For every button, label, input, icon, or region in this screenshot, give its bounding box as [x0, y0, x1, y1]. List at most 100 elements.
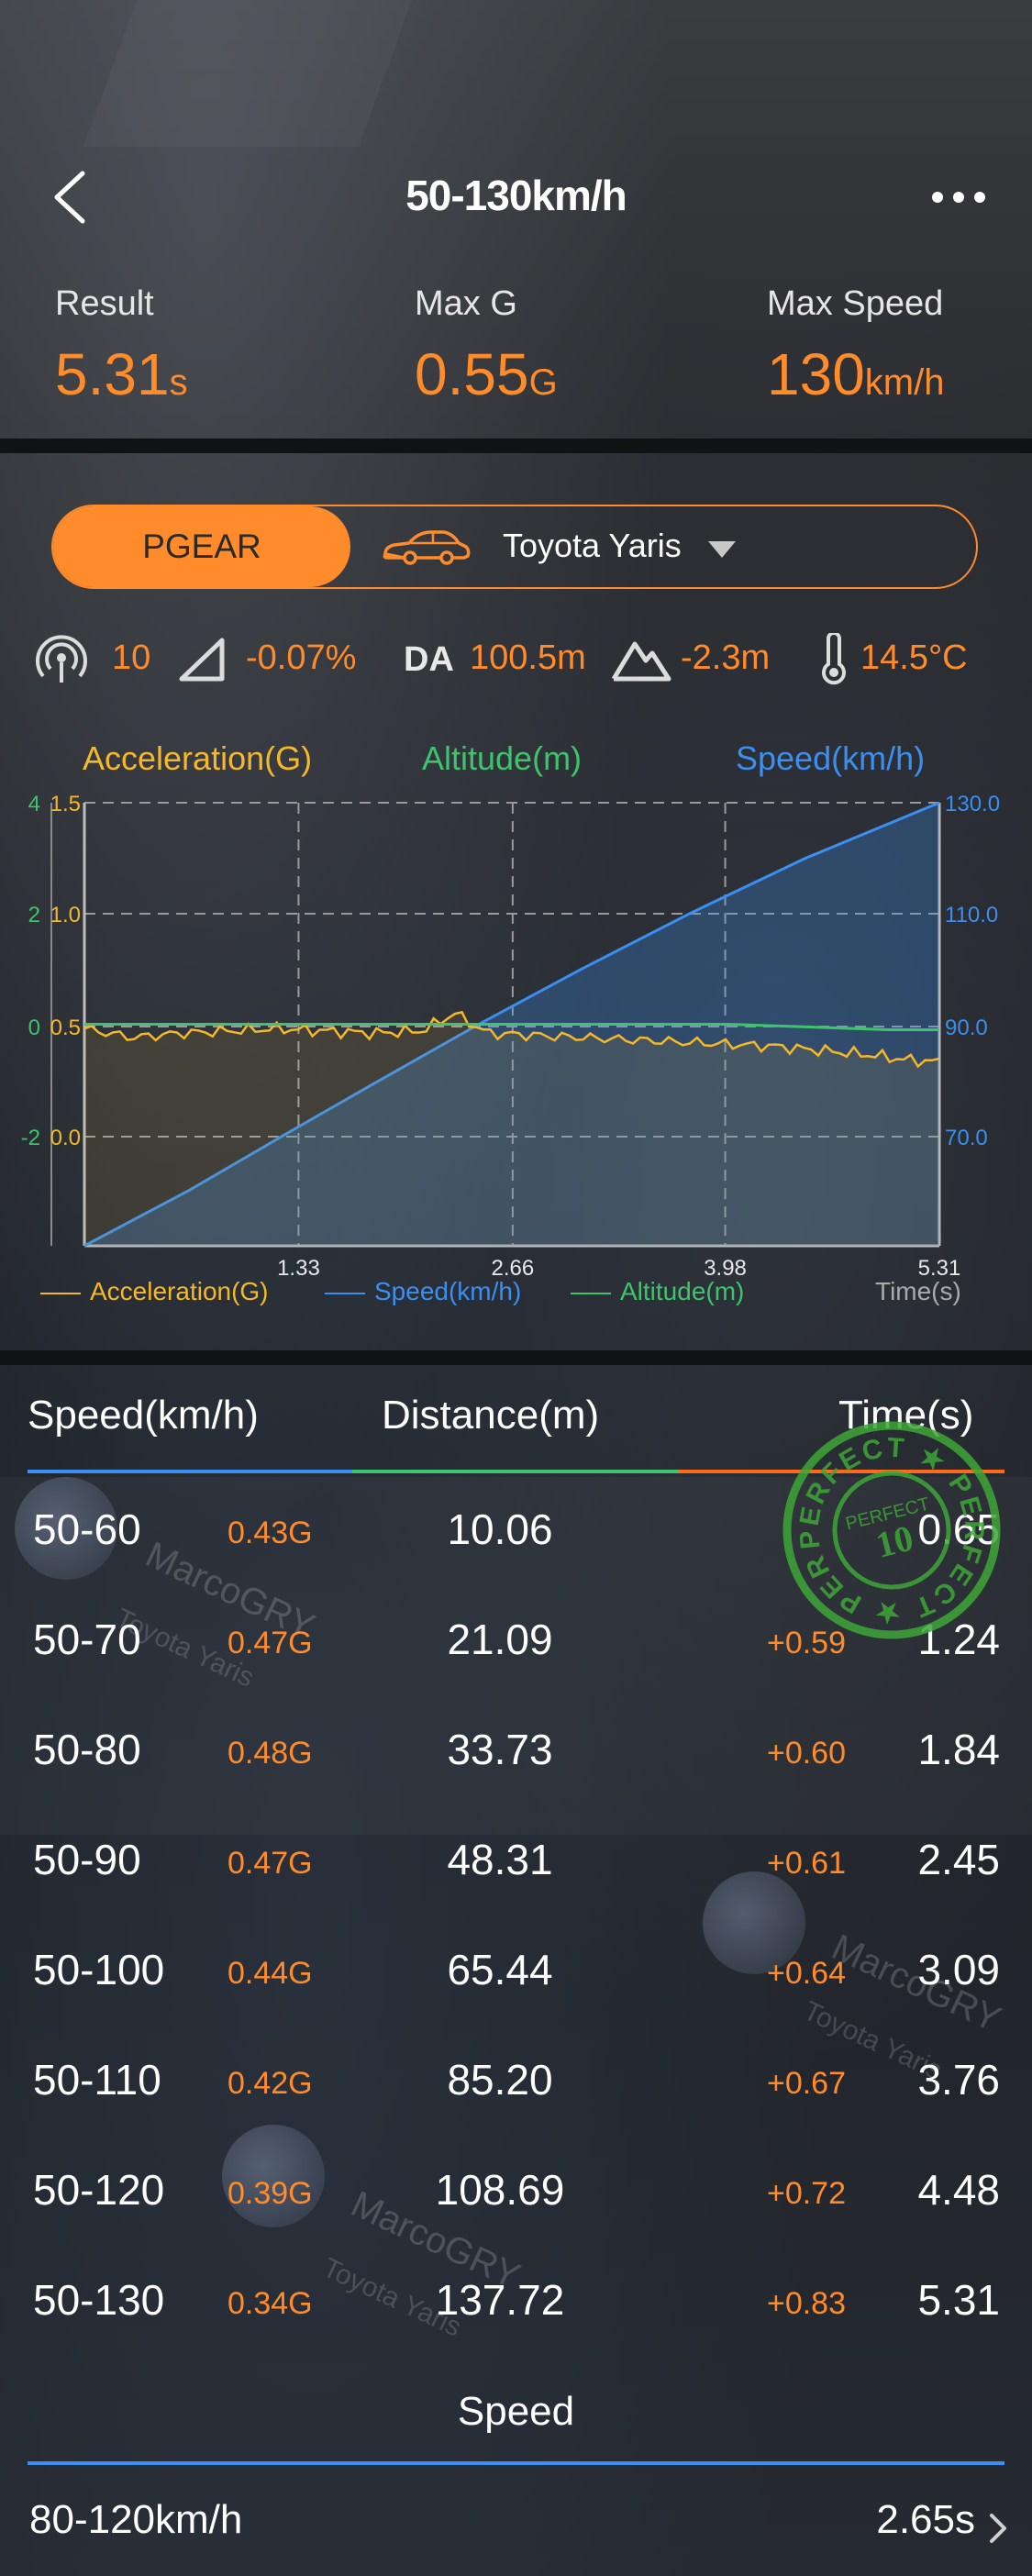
stat-label: Result	[55, 284, 154, 323]
table-row: 50-100 0.44G 65.44 +0.64 3.09	[0, 1945, 1032, 2055]
table-row: 50-90 0.47G 48.31 +0.61 2.45	[0, 1835, 1032, 1945]
stat-value: 0.55	[415, 341, 529, 407]
cell-distance: 33.73	[447, 1726, 553, 1773]
chart-legend-acceleration: Acceleration(G)	[83, 739, 313, 777]
cell-speed-range: 50-100	[33, 1946, 165, 1993]
cell-time: 1.84	[917, 1726, 1000, 1773]
legend-label: Altitude(m)	[620, 1277, 745, 1305]
stat-label: Max G	[415, 284, 517, 323]
stamp-number: 10	[871, 1516, 917, 1565]
table-row: 50-80 0.48G 33.73 +0.60 1.84	[0, 1725, 1032, 1835]
legend-item-acceleration: Acceleration(G)	[40, 1277, 269, 1306]
performance-chart: 130.0 1.5 4 110.0 1.0 2 90.0 0.5 0 70.0 0.0 -2 1.33 2…	[21, 792, 1000, 1275]
car-selector[interactable]: PGEAR Toyota Yaris	[51, 505, 978, 589]
density-altitude-label: DA	[404, 640, 454, 679]
stat-unit: km/h	[864, 362, 945, 403]
y-tick-label-acceleration: 0.0	[50, 1126, 81, 1150]
cell-time: 2.45	[917, 1836, 1000, 1883]
cell-distance: 48.31	[447, 1836, 553, 1883]
cell-distance: 108.69	[435, 2166, 565, 2214]
section-divider	[0, 439, 1032, 453]
perfect-stamp-badge: PERFECT ★ PERFECT ★ PERFECT ★ PERFECT 10	[782, 1420, 1002, 1640]
y-tick-label-speed: 130.0	[945, 792, 1000, 816]
legend-label: Speed(km/h)	[374, 1277, 522, 1305]
stat-label: Max Speed	[767, 284, 944, 323]
x-axis-label: Time(s)	[875, 1277, 961, 1305]
cell-time: 4.48	[917, 2166, 1000, 2214]
speed-range-label: 80-120km/h	[29, 2497, 243, 2542]
y-tick-label-speed: 70.0	[945, 1126, 988, 1150]
legend-item-speed: Speed(km/h)	[325, 1277, 521, 1306]
session-metrics: 10 -0.07% DA 100.5m -2.3m 14.5°C	[0, 633, 1032, 688]
y-tick-label-speed: 90.0	[945, 1016, 988, 1040]
y-tick-label-acceleration: 1.0	[50, 903, 81, 927]
cell-g-force: 0.42G	[227, 2066, 313, 2101]
legend-item-altitude: Altitude(m)	[571, 1277, 744, 1306]
x-tick-label: 5.31	[918, 1256, 961, 1275]
satellites-count: 10	[112, 638, 151, 677]
density-altitude-value: 100.5m	[470, 638, 586, 677]
cell-time: 5.31	[917, 2276, 1000, 2324]
speed-range-time: 2.65s	[876, 2497, 975, 2542]
table-row: 50-120 0.39G 108.69 +0.72 4.48	[0, 2165, 1032, 2275]
speed-range-row[interactable]: 80-120km/h 2.65s	[0, 2495, 1032, 2559]
elevation-value: -2.3m	[681, 638, 771, 677]
mountain-icon	[611, 641, 671, 682]
cell-speed-range: 50-110	[33, 2056, 161, 2104]
cell-g-force: 0.34G	[227, 2286, 313, 2321]
stat-result: Result 5.31s	[55, 284, 188, 408]
speed-section-title: Speed	[457, 2389, 575, 2434]
slope-value: -0.07%	[246, 638, 357, 677]
chevron-right-icon	[990, 2514, 1006, 2543]
legend-label: Acceleration(G)	[90, 1277, 269, 1305]
stat-value: 130	[767, 341, 865, 407]
y-tick-label-speed: 110.0	[945, 903, 998, 927]
y-tick-label-altitude: 2	[28, 903, 40, 927]
slope-icon	[179, 638, 225, 682]
y-tick-label-altitude: 4	[28, 792, 40, 816]
header: 50-130km/h Result 5.31s Max G 0.55G Max …	[0, 0, 1032, 440]
pgear-button[interactable]: PGEAR	[53, 506, 350, 587]
cell-speed-range: 50-120	[33, 2166, 165, 2214]
temperature-value: 14.5°C	[860, 638, 968, 677]
cell-time: 3.09	[917, 1946, 1000, 1993]
cell-distance: 21.09	[447, 1616, 553, 1663]
stat-unit: G	[528, 362, 558, 403]
cell-distance: 10.06	[447, 1505, 553, 1553]
more-options-icon[interactable]	[927, 183, 991, 211]
cell-speed-range: 50-60	[33, 1505, 141, 1553]
stat-max-g: Max G 0.55G	[415, 284, 558, 408]
cell-g-force: 0.43G	[227, 1516, 313, 1550]
cell-g-force: 0.48G	[227, 1736, 313, 1771]
chart-legend-altitude: Altitude(m)	[422, 739, 583, 777]
dropdown-triangle-icon[interactable]	[706, 539, 738, 560]
satellite-signal-icon	[36, 635, 87, 683]
header-underline-distance	[352, 1470, 679, 1473]
page-title: 50-130km/h	[405, 172, 627, 219]
table-row: 50-130 0.34G 137.72 +0.83 5.31	[0, 2275, 1032, 2385]
cell-g-force: 0.39G	[227, 2176, 313, 2211]
x-tick-label: 1.33	[277, 1256, 320, 1275]
cell-time: 3.76	[917, 2056, 1000, 2104]
y-tick-label-altitude: 0	[28, 1016, 40, 1040]
y-tick-label-acceleration: 0.5	[50, 1016, 81, 1040]
y-tick-label-acceleration: 1.5	[50, 792, 81, 816]
cell-g-force: 0.47G	[227, 1626, 313, 1660]
cell-distance: 137.72	[435, 2276, 565, 2324]
cell-g-force: 0.47G	[227, 1846, 313, 1881]
column-header-distance: Distance(m)	[382, 1393, 600, 1438]
table-row: 50-110 0.42G 85.20 +0.67 3.76	[0, 2055, 1032, 2165]
stat-unit: s	[169, 362, 188, 403]
cell-speed-range: 50-80	[33, 1726, 141, 1773]
header-underline-speed	[28, 1470, 352, 1473]
car-icon	[383, 530, 471, 565]
cell-distance: 65.44	[447, 1946, 553, 1993]
cell-speed-range: 50-70	[33, 1616, 141, 1663]
x-tick-label: 2.66	[492, 1256, 535, 1275]
cell-distance: 85.20	[447, 2056, 553, 2104]
car-name: Toyota Yaris	[503, 527, 682, 564]
cell-speed-range: 50-90	[33, 1836, 141, 1883]
thermometer-icon	[822, 633, 846, 685]
stat-max-speed: Max Speed 130km/h	[767, 284, 944, 408]
x-tick-label: 3.98	[704, 1256, 747, 1275]
